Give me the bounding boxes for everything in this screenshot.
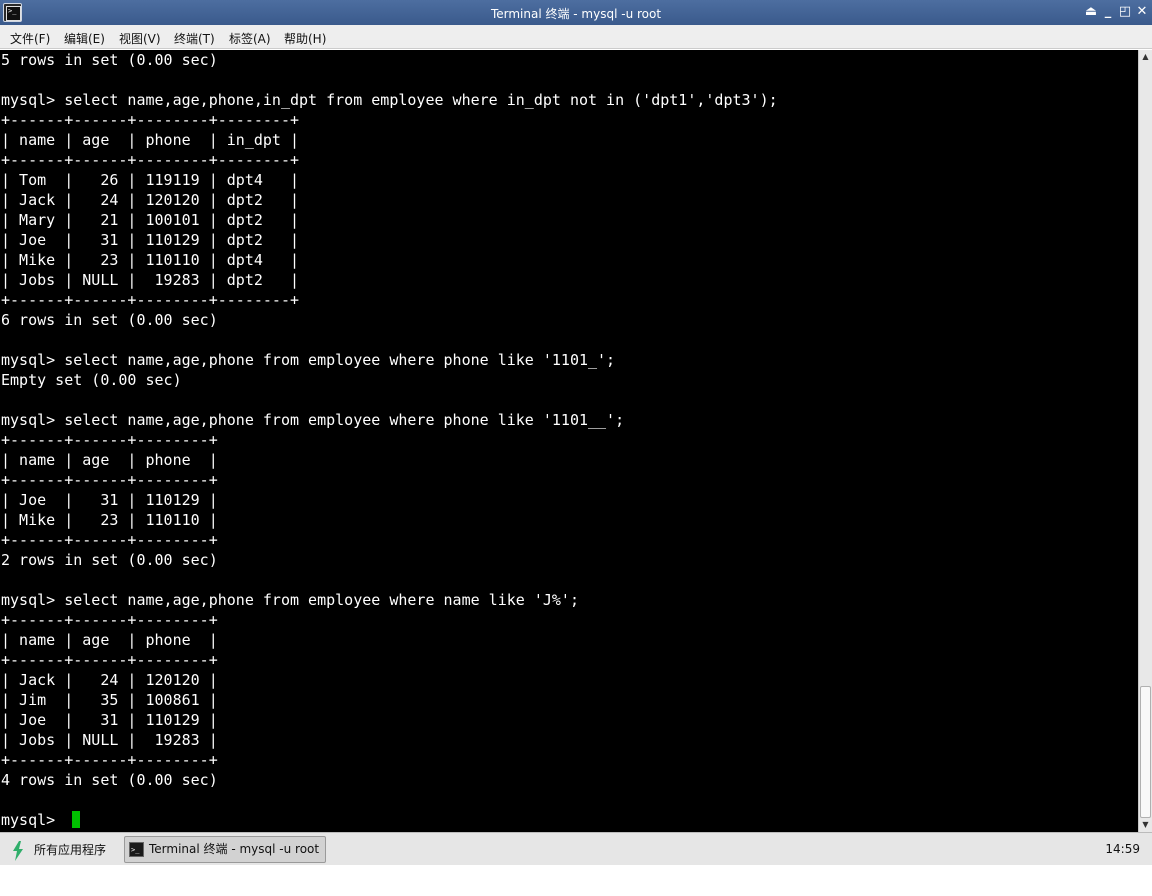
- terminal-output-area[interactable]: 5 rows in set (0.00 sec) mysql> select na…: [0, 50, 1138, 832]
- terminal-line: | Jobs | NULL | 19283 |: [1, 731, 218, 749]
- menu-bar: 文件(F) 编辑(E) 视图(V) 终端(T) 标签(A) 帮助(H): [0, 25, 1152, 49]
- terminal-prompt: mysql>: [1, 811, 65, 829]
- terminal-line: | Jack | 24 | 120120 | dpt2 |: [1, 191, 300, 209]
- menu-tabs[interactable]: 标签(A): [229, 29, 271, 48]
- eject-icon[interactable]: ⏏: [1082, 3, 1100, 21]
- taskbar-terminal-label: Terminal 终端 - mysql -u root: [149, 842, 320, 856]
- terminal-line: +------+------+--------+: [1, 611, 218, 629]
- terminal-line: | Mike | 23 | 110110 |: [1, 511, 218, 529]
- terminal-line: 4 rows in set (0.00 sec): [1, 771, 218, 789]
- terminal-line: mysql> select name,age,phone from employ…: [1, 411, 625, 429]
- terminal-line: +------+------+--------+--------+: [1, 151, 300, 169]
- minimize-button[interactable]: _: [1099, 3, 1117, 21]
- terminal-line: | Jobs | NULL | 19283 | dpt2 |: [1, 271, 300, 289]
- terminal-line: 5 rows in set (0.00 sec): [1, 51, 218, 69]
- start-menu-logo-icon: [13, 841, 23, 861]
- terminal-task-icon: [129, 838, 144, 863]
- terminal-line: +------+------+--------+: [1, 471, 218, 489]
- terminal-line: +------+------+--------+--------+: [1, 111, 300, 129]
- terminal-line: Empty set (0.00 sec): [1, 371, 182, 389]
- terminal-line: | Jack | 24 | 120120 |: [1, 671, 218, 689]
- menu-terminal[interactable]: 终端(T): [174, 29, 215, 48]
- menu-view[interactable]: 视图(V): [119, 29, 161, 48]
- screen-bottom-margin: [0, 865, 1152, 896]
- menu-help[interactable]: 帮助(H): [284, 29, 326, 48]
- terminal-line: mysql> select name,age,phone from employ…: [1, 351, 616, 369]
- terminal-line: mysql>: [1, 810, 778, 830]
- terminal-line: | Mike | 23 | 110110 | dpt4 |: [1, 251, 300, 269]
- window-titlebar[interactable]: Terminal 终端 - mysql -u root ⏏ _ ◰ ✕: [0, 0, 1152, 25]
- terminal-line: | Joe | 31 | 110129 |: [1, 491, 218, 509]
- terminal-lines: 5 rows in set (0.00 sec) mysql> select na…: [1, 50, 778, 830]
- terminal-line: | Jim | 35 | 100861 |: [1, 691, 218, 709]
- menu-edit[interactable]: 编辑(E): [64, 29, 105, 48]
- all-applications-button[interactable]: 所有应用程序: [6, 838, 106, 862]
- terminal-cursor: [72, 811, 81, 828]
- terminal-line: | Tom | 26 | 119119 | dpt4 |: [1, 171, 300, 189]
- terminal-line: +------+------+--------+: [1, 651, 218, 669]
- terminal-line: +------+------+--------+: [1, 531, 218, 549]
- clock[interactable]: 14:59: [1105, 842, 1140, 856]
- all-applications-label: 所有应用程序: [34, 843, 107, 857]
- terminal-line: | Mary | 21 | 100101 | dpt2 |: [1, 211, 300, 229]
- terminal-line: mysql> select name,age,phone,in_dpt from…: [1, 91, 778, 109]
- terminal-line: +------+------+--------+: [1, 431, 218, 449]
- taskbar: 所有应用程序 Terminal 终端 - mysql -u root 14:59: [0, 832, 1152, 865]
- window-title: Terminal 终端 - mysql -u root: [490, 7, 662, 21]
- scroll-down-arrow-icon[interactable]: ▼: [1139, 818, 1152, 832]
- terminal-line: 6 rows in set (0.00 sec): [1, 311, 218, 329]
- close-button[interactable]: ✕: [1133, 3, 1151, 21]
- taskbar-terminal-button[interactable]: Terminal 终端 - mysql -u root: [124, 836, 326, 863]
- vertical-scrollbar[interactable]: ▲ ▼: [1138, 50, 1152, 832]
- terminal-line: +------+------+--------+: [1, 751, 218, 769]
- scrollbar-thumb[interactable]: [1140, 686, 1151, 818]
- terminal-line: mysql> select name,age,phone from employ…: [1, 591, 579, 609]
- menu-file[interactable]: 文件(F): [10, 29, 50, 48]
- terminal-line: +------+------+--------+--------+: [1, 291, 300, 309]
- terminal-line: 2 rows in set (0.00 sec): [1, 551, 218, 569]
- terminal-line: | name | age | phone |: [1, 631, 218, 649]
- terminal-line: | Joe | 31 | 110129 |: [1, 711, 218, 729]
- terminal-line: | Joe | 31 | 110129 | dpt2 |: [1, 231, 300, 249]
- terminal-line: | name | age | phone | in_dpt |: [1, 131, 300, 149]
- terminal-line: | name | age | phone |: [1, 451, 218, 469]
- scroll-up-arrow-icon[interactable]: ▲: [1139, 50, 1152, 64]
- maximize-button[interactable]: ◰: [1116, 3, 1134, 21]
